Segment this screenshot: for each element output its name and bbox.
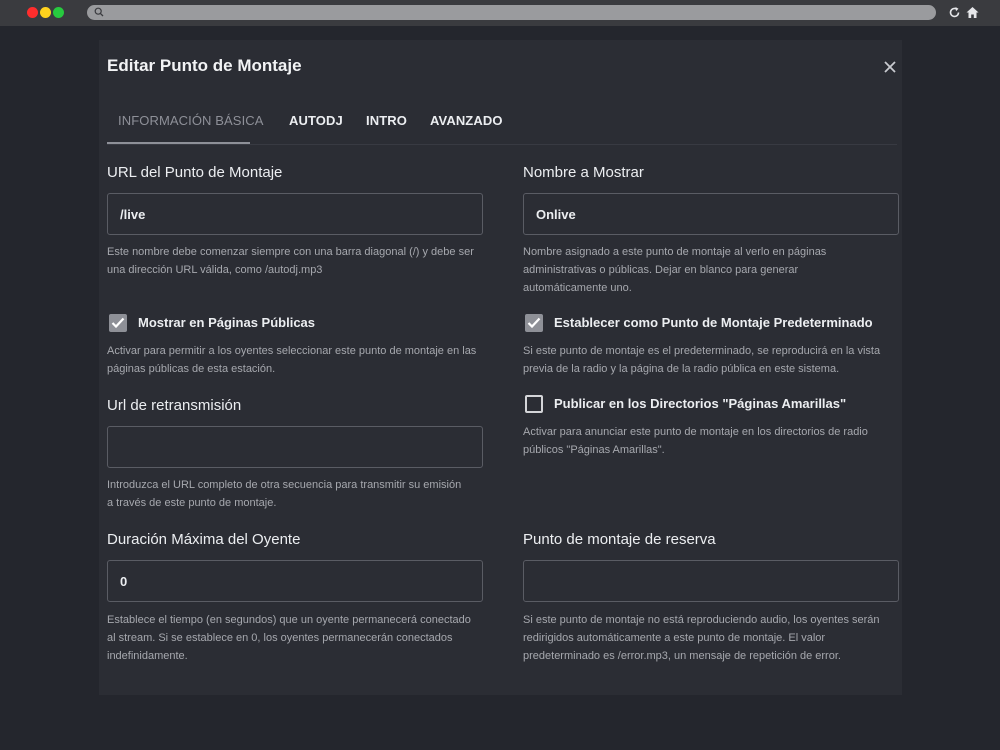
window-minimize-dot[interactable] xyxy=(40,7,51,18)
tab-basic-info[interactable]: INFORMACIÓN BÁSICA xyxy=(118,113,264,128)
default-mount-checkbox[interactable] xyxy=(525,314,543,332)
tab-intro[interactable]: INTRO xyxy=(366,113,407,128)
relay-url-help: Introduzca el URL completo de otra secue… xyxy=(107,479,462,509)
url-help: Este nombre debe comenzar siempre con un… xyxy=(107,246,474,276)
checkmark-icon xyxy=(111,317,125,329)
address-bar[interactable] xyxy=(87,5,936,20)
tab-autodj[interactable]: AUTODJ xyxy=(289,113,343,128)
url-input[interactable] xyxy=(107,193,483,235)
max-listener-input[interactable] xyxy=(107,560,483,602)
tab-advanced[interactable]: AVANZADO xyxy=(430,113,503,128)
tab-bar: INFORMACIÓN BÁSICA AUTODJ INTRO AVANZADO xyxy=(107,106,897,145)
display-name-help: Nombre asignado a este punto de montaje … xyxy=(523,246,827,294)
window-maximize-dot[interactable] xyxy=(53,7,64,18)
home-icon[interactable] xyxy=(965,5,980,20)
relay-url-label: Url de retransmisión xyxy=(107,397,242,414)
relay-url-input[interactable] xyxy=(107,426,483,468)
edit-mount-modal: Editar Punto de Montaje INFORMACIÓN BÁSI… xyxy=(99,40,902,695)
active-tab-indicator xyxy=(107,142,250,144)
default-mount-label: Establecer como Punto de Montaje Predete… xyxy=(554,315,873,330)
search-icon xyxy=(94,7,104,17)
show-public-label: Mostrar en Páginas Públicas xyxy=(138,315,316,330)
show-public-help: Activar para permitir a los oyentes sele… xyxy=(107,345,477,375)
max-listener-label: Duración Máxima del Oyente xyxy=(107,531,301,548)
checkmark-icon xyxy=(527,317,541,329)
close-icon[interactable] xyxy=(881,58,899,76)
url-label: URL del Punto de Montaje xyxy=(107,164,283,181)
display-name-input[interactable] xyxy=(523,193,899,235)
modal-title: Editar Punto de Montaje xyxy=(107,56,302,75)
reload-icon[interactable] xyxy=(947,5,962,20)
yellow-pages-help: Activar para anunciar este punto de mont… xyxy=(523,426,868,456)
display-name-label: Nombre a Mostrar xyxy=(523,164,644,181)
show-public-checkbox[interactable] xyxy=(109,314,127,332)
yellow-pages-label: Publicar en los Directorios "Páginas Ama… xyxy=(554,396,847,411)
yellow-pages-checkbox[interactable] xyxy=(525,395,543,413)
max-listener-help: Establece el tiempo (en segundos) que un… xyxy=(107,614,471,662)
fallback-mount-help: Si este punto de montaje no está reprodu… xyxy=(523,614,880,662)
window-close-dot[interactable] xyxy=(27,7,38,18)
browser-toolbar xyxy=(0,0,1000,26)
default-mount-help: Si este punto de montaje es el predeterm… xyxy=(523,345,881,375)
fallback-mount-input[interactable] xyxy=(523,560,899,602)
fallback-mount-label: Punto de montaje de reserva xyxy=(523,531,716,548)
